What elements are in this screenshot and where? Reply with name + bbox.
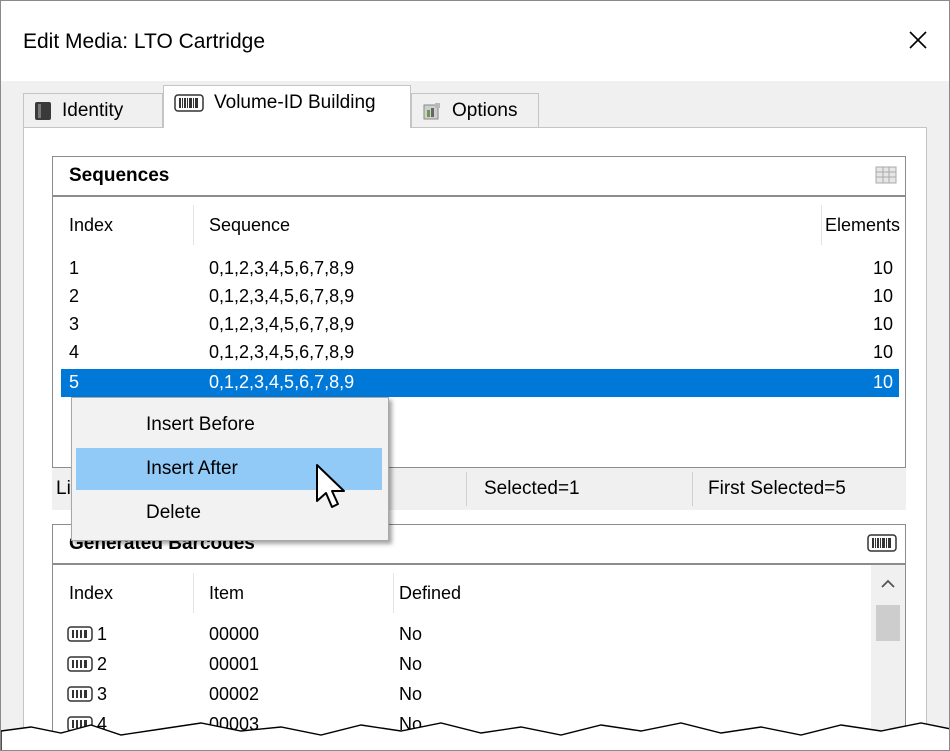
table-row[interactable]: 1 00000 No [61, 621, 861, 649]
col-sequence[interactable]: Sequence [209, 215, 290, 236]
sequence-grid-icon [875, 166, 897, 184]
window-title: Edit Media: LTO Cartridge [23, 30, 265, 53]
col-defined[interactable]: Defined [399, 583, 461, 604]
title-bar: Edit Media: LTO Cartridge [1, 1, 949, 81]
barcode-icon [67, 656, 93, 672]
col-barcode-index[interactable]: Index [69, 583, 113, 604]
table-row-selected[interactable]: 5 0,1,2,3,4,5,6,7,8,9 10 [61, 369, 899, 397]
tab-options[interactable]: Options [411, 93, 539, 127]
table-row[interactable]: 3 00002 No [61, 681, 861, 709]
tab-volume-id-building[interactable]: Volume-ID Building [163, 85, 411, 128]
tab-identity[interactable]: Identity [23, 93, 163, 127]
barcode-icon [67, 686, 93, 702]
identity-icon [34, 101, 52, 121]
mouse-cursor-icon [316, 464, 345, 508]
sequences-header: Sequences [52, 156, 906, 196]
status-first-selected: First Selected=5 [708, 478, 846, 499]
status-list-count: Li [56, 478, 71, 499]
sequences-title: Sequences [69, 165, 170, 186]
tab-strip: Identity Volume-ID Building Options [23, 85, 923, 129]
status-selected: Selected=1 [484, 478, 580, 499]
tab-identity-label: Identity [62, 99, 124, 121]
close-button[interactable] [887, 13, 949, 67]
col-elements[interactable]: Elements [825, 215, 900, 236]
tab-volume-id-label: Volume-ID Building [214, 92, 376, 113]
torn-edge [1, 722, 949, 750]
table-row[interactable]: 2 00001 No [61, 651, 861, 679]
barcode-icon [67, 626, 93, 642]
edit-media-dialog: Edit Media: LTO Cartridge Identity Volum… [0, 0, 950, 751]
table-row[interactable]: 4 0,1,2,3,4,5,6,7,8,9 10 [61, 339, 899, 367]
options-icon [422, 101, 442, 121]
scrollbar-thumb[interactable] [876, 605, 900, 641]
menu-insert-before[interactable]: Insert Before [76, 404, 382, 446]
table-row[interactable]: 1 0,1,2,3,4,5,6,7,8,9 10 [61, 255, 899, 283]
barcode-icon [174, 94, 204, 112]
scroll-up-icon[interactable] [871, 569, 905, 599]
table-row[interactable]: 3 0,1,2,3,4,5,6,7,8,9 10 [61, 311, 899, 339]
barcode-icon [867, 534, 897, 552]
table-row[interactable]: 2 0,1,2,3,4,5,6,7,8,9 10 [61, 283, 899, 311]
col-item[interactable]: Item [209, 583, 244, 604]
tab-options-label: Options [452, 99, 518, 121]
close-icon [909, 31, 927, 49]
col-index[interactable]: Index [69, 215, 113, 236]
